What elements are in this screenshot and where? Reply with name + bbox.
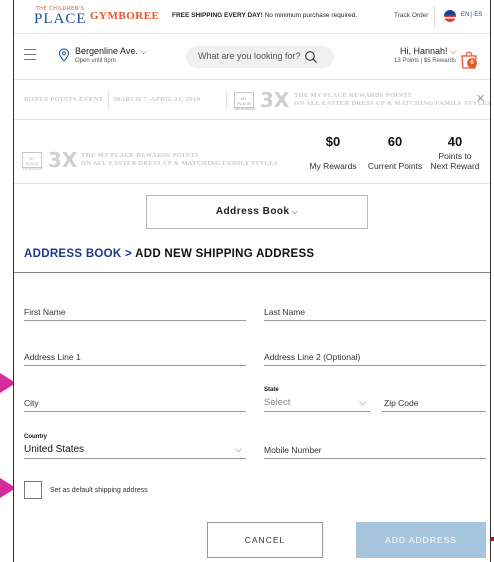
- divider: [434, 6, 435, 28]
- promo-event: BONUS POINTS EVENT: [24, 96, 104, 103]
- first-name-field[interactable]: First Name: [24, 303, 246, 321]
- store-name: Bergenline Ave.: [75, 46, 138, 56]
- promo-line-1: THE MY PLACE REWARDS POINTS: [294, 92, 412, 99]
- location-pin-icon[interactable]: [58, 48, 70, 62]
- state-label: State: [264, 387, 279, 393]
- shipping-bold: FREE SHIPPING EVERY DAY!: [172, 12, 263, 19]
- rewards-promo-text: THE MY PLACE REWARDS POINTS ON ALL EASTE…: [81, 152, 278, 168]
- search-icon[interactable]: [304, 50, 318, 64]
- rewards-line-2: ON ALL EASTER DRESS UP & MATCHING FAMILY…: [81, 160, 278, 167]
- utility-bar: THE CHILDREN'S PLACE GYMBOREE FREE SHIPP…: [14, 0, 490, 34]
- zip-code-field[interactable]: Zip Code: [382, 394, 486, 412]
- main-header: Bergenline Ave. ⌵ Open until 8pm What ar…: [14, 34, 490, 80]
- country-label: Country: [24, 434, 47, 440]
- my-place-rewards-logo: MY PLACE REWARDS: [234, 92, 255, 111]
- promo-banner[interactable]: BONUS POINTS EVENT MARCH 7–APRIL 21, 201…: [14, 80, 491, 120]
- first-name-placeholder: First Name: [24, 307, 66, 317]
- last-name-placeholder: Last Name: [264, 307, 306, 317]
- mobile-number-field[interactable]: Mobile Number: [264, 441, 486, 459]
- close-icon[interactable]: ✕: [476, 92, 485, 105]
- search-input[interactable]: What are you looking for?: [198, 51, 301, 61]
- chevron-down-icon: ⌵: [450, 46, 457, 56]
- page-title-text: ADD NEW SHIPPING ADDRESS: [132, 248, 315, 260]
- state-select-value: Select: [264, 397, 291, 408]
- country-select[interactable]: United States ⌵: [24, 441, 246, 459]
- account-greeting[interactable]: Hi, Hannah! ⌵: [400, 46, 457, 57]
- city-placeholder: City: [24, 398, 39, 408]
- rewards-summary: MY PLACE REWARDS 3X THE MY PLACE REWARDS…: [14, 120, 490, 184]
- next-reward-label-1: Points to: [438, 151, 472, 161]
- logo-big-text: PLACE: [34, 11, 87, 27]
- shipping-rest: No minimum purchase required.: [262, 12, 358, 19]
- next-reward-label-2: Next Reward: [430, 161, 480, 171]
- address-line-1-placeholder: Address Line 1: [24, 352, 81, 362]
- promo-text: THE MY PLACE REWARDS POINTS ON ALL EASTE…: [294, 92, 491, 108]
- zip-code-placeholder: Zip Code: [384, 398, 419, 408]
- page-frame: THE CHILDREN'S PLACE GYMBOREE FREE SHIPP…: [13, 0, 491, 562]
- address-line-1-field[interactable]: Address Line 1: [24, 348, 246, 366]
- cancel-button[interactable]: CANCEL: [207, 522, 323, 558]
- points-summary: 13 Points | $5 Rewards: [394, 58, 456, 64]
- greeting-text: Hi, Hannah!: [400, 46, 448, 56]
- breadcrumb-address-book-link[interactable]: ADDRESS BOOK >: [24, 248, 132, 260]
- country-select-value: United States: [24, 444, 85, 455]
- chevron-down-icon: ⌵: [359, 397, 366, 407]
- bag-count-badge: 0: [467, 58, 477, 68]
- rewards-multiplier: 3X: [48, 148, 78, 172]
- divider: [226, 92, 227, 108]
- my-place-rewards-logo: MY PLACE REWARDS: [22, 152, 43, 171]
- childrens-place-logo[interactable]: THE CHILDREN'S PLACE: [34, 6, 86, 30]
- hamburger-menu-icon[interactable]: [24, 49, 36, 64]
- address-book-dropdown[interactable]: Address Book ⌵: [146, 195, 368, 229]
- store-selector[interactable]: Bergenline Ave. ⌵: [75, 46, 147, 57]
- city-field[interactable]: City: [24, 394, 246, 412]
- points-to-next-reward: 40 Points to Next Reward: [422, 134, 488, 171]
- last-name-field[interactable]: Last Name: [264, 303, 486, 321]
- search-bar[interactable]: What are you looking for?: [186, 46, 334, 68]
- gymboree-logo[interactable]: GYMBOREE: [90, 10, 159, 22]
- default-address-checkbox[interactable]: [24, 481, 42, 499]
- promo-dates: MARCH 7–APRIL 21, 2019: [114, 96, 201, 103]
- address-line-2-field[interactable]: Address Line 2 (Optional): [264, 348, 486, 366]
- shipping-message: FREE SHIPPING EVERY DAY! No minimum purc…: [172, 12, 357, 19]
- rewards-line-1: THE MY PLACE REWARDS POINTS: [81, 152, 199, 159]
- my-rewards-value: $0: [325, 134, 341, 149]
- current-points-label: Current Points: [367, 161, 423, 171]
- divider: [14, 272, 490, 273]
- promo-line-2: ON ALL EASTER DRESS UP & MATCHING FAMILY…: [294, 100, 491, 107]
- current-points: 60 Current Points: [362, 134, 428, 171]
- promo-multiplier: 3X: [260, 88, 290, 112]
- store-hours: Open until 8pm: [75, 58, 116, 64]
- chevron-down-icon: ⌵: [235, 444, 242, 454]
- page-title: ADDRESS BOOK > ADD NEW SHIPPING ADDRESS: [24, 248, 314, 260]
- chevron-down-icon: ⌵: [140, 46, 148, 56]
- language-selector[interactable]: EN | ES: [461, 12, 482, 18]
- track-order-link[interactable]: Track Order: [394, 12, 428, 19]
- address-book-label: Address Book: [215, 206, 290, 217]
- add-address-button[interactable]: ADD ADDRESS: [356, 522, 486, 558]
- us-flag-icon[interactable]: [444, 10, 456, 22]
- my-rewards-label: My Rewards: [309, 161, 357, 171]
- state-select[interactable]: Select ⌵: [264, 394, 370, 412]
- current-points-value: 60: [387, 134, 403, 149]
- chevron-down-icon: ⌵: [291, 207, 299, 216]
- my-rewards: $0 My Rewards: [297, 134, 369, 171]
- default-address-label[interactable]: Set as default shipping address: [50, 487, 148, 494]
- divider: [108, 92, 109, 108]
- address-line-2-placeholder: Address Line 2 (Optional): [264, 352, 361, 362]
- mobile-number-placeholder: Mobile Number: [264, 445, 322, 455]
- next-reward-value: 40: [447, 134, 463, 149]
